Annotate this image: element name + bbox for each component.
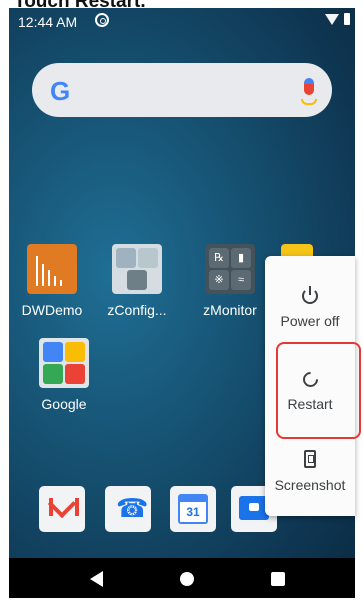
app-dwdemo[interactable]: DWDemo bbox=[12, 244, 92, 318]
sync-icon bbox=[95, 13, 109, 27]
google-folder-icon bbox=[39, 338, 89, 388]
app-label: zMonitor bbox=[203, 302, 257, 318]
google-search-bar[interactable]: G bbox=[32, 63, 332, 117]
zmonitor-icon: ℞ ▮ ※ ≈ bbox=[205, 244, 255, 294]
dwdemo-icon bbox=[27, 244, 77, 294]
home-icon[interactable] bbox=[180, 572, 194, 586]
status-bar: 12:44 AM bbox=[9, 8, 355, 36]
menu-item-label: Screenshot bbox=[274, 477, 346, 493]
app-label: DWDemo bbox=[21, 302, 83, 318]
menu-item-label: Power off bbox=[280, 313, 340, 329]
calendar-icon[interactable]: 31 bbox=[170, 486, 216, 532]
power-icon bbox=[302, 286, 318, 304]
power-off-button[interactable]: Power off bbox=[265, 286, 355, 329]
screenshot-icon bbox=[304, 450, 316, 468]
recents-icon[interactable] bbox=[271, 572, 285, 586]
screenshot-button[interactable]: Screenshot bbox=[265, 450, 355, 493]
phone-dialer-icon[interactable] bbox=[105, 486, 151, 532]
calendar-day: 31 bbox=[180, 502, 206, 522]
google-logo-icon: G bbox=[50, 76, 71, 106]
restart-highlight-box bbox=[276, 342, 361, 439]
microphone-icon[interactable] bbox=[301, 78, 317, 105]
battery-icon bbox=[344, 13, 350, 25]
status-time: 12:44 AM bbox=[18, 14, 78, 30]
app-label: Google bbox=[41, 396, 87, 412]
app-zmonitor[interactable]: ℞ ▮ ※ ≈ zMonitor bbox=[190, 244, 270, 318]
app-zconfigure[interactable]: zConfig... bbox=[97, 244, 177, 318]
app-label: zConfig... bbox=[107, 302, 167, 318]
folder-google[interactable]: Google bbox=[24, 338, 104, 412]
gmail-icon[interactable] bbox=[39, 486, 85, 532]
wifi-icon bbox=[325, 14, 339, 25]
back-icon[interactable] bbox=[90, 571, 103, 587]
navigation-bar bbox=[9, 558, 355, 598]
zconfigure-icon bbox=[112, 244, 162, 294]
